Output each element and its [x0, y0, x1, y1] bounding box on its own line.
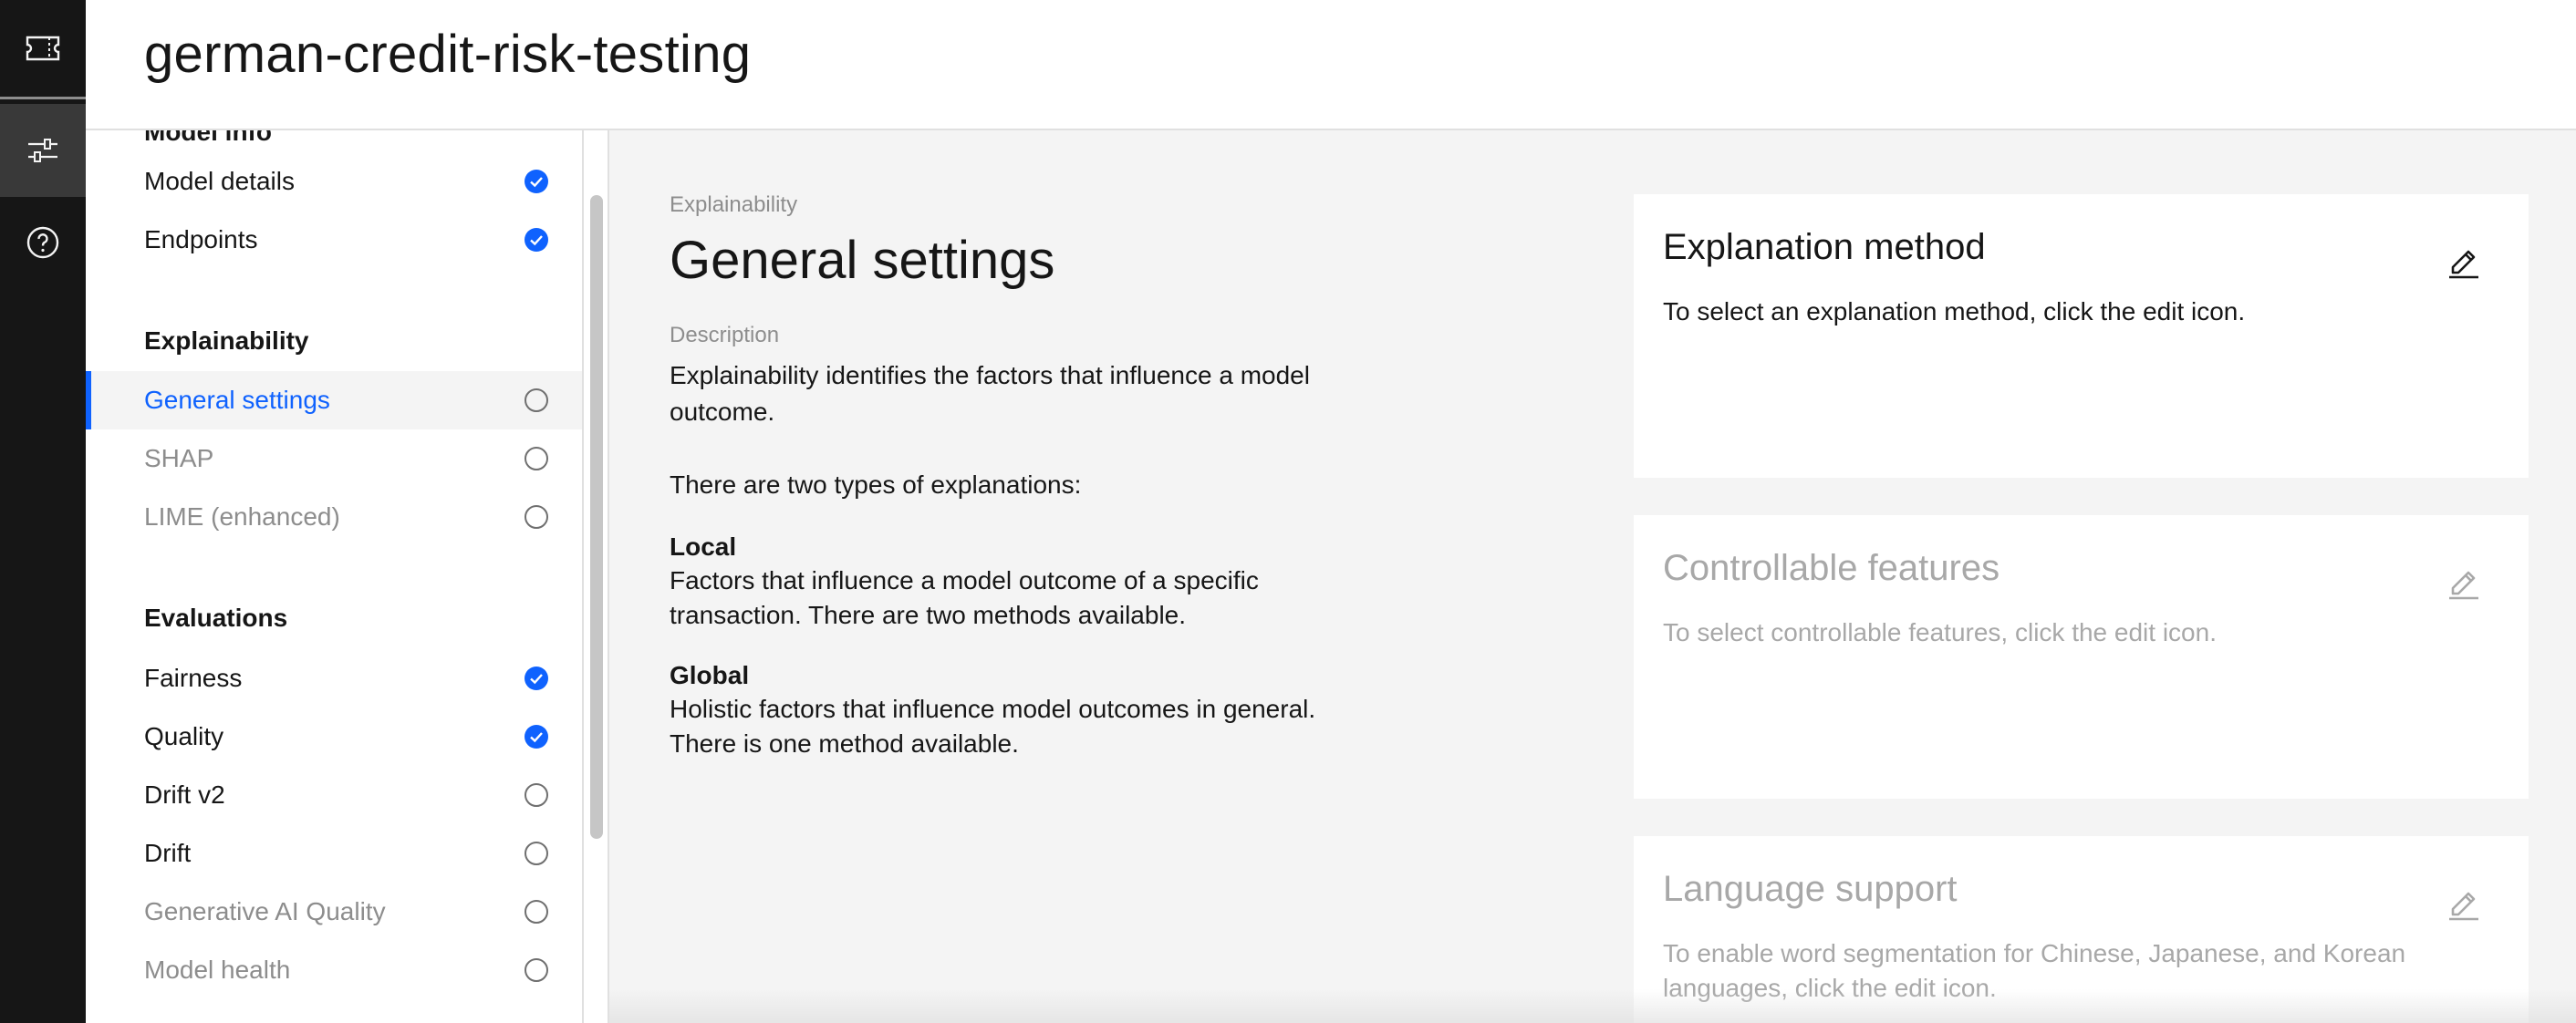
section-eyebrow: Explainability	[670, 192, 798, 217]
checkmark-filled-icon	[525, 170, 548, 193]
description-text: Explainability identifies the factors th…	[670, 361, 1310, 426]
circle-outline-icon	[525, 505, 548, 529]
types-intro-text: There are two types of explanations:	[670, 470, 1082, 499]
nav-item-fairness[interactable]: Fairness	[86, 649, 582, 708]
edit-icon[interactable]	[2444, 561, 2484, 601]
nav-group-model-info: Model info	[144, 130, 272, 146]
card-title: Controllable features	[1663, 548, 2000, 588]
nav-item-label: General settings	[144, 386, 330, 414]
global-heading: Global	[670, 661, 750, 689]
nav-item-label: Model details	[144, 167, 295, 195]
card-description: To select an explanation method, click t…	[1663, 297, 2246, 326]
section-title: General settings	[670, 231, 1055, 290]
nav-item-label: Drift v2	[144, 780, 225, 809]
help-icon	[26, 226, 59, 259]
nav-item-drift[interactable]: Drift	[86, 824, 582, 883]
checkmark-filled-icon	[525, 666, 548, 690]
nav-group-evaluations: Evaluations	[144, 604, 288, 632]
nav-item-shap[interactable]: SHAP	[86, 429, 582, 488]
circle-outline-icon	[525, 900, 548, 924]
page-header: german-credit-risk-testing	[86, 0, 2576, 130]
circle-outline-icon	[525, 447, 548, 470]
edit-icon[interactable]	[2444, 240, 2484, 280]
card-explanation-method: Explanation method To select an explanat…	[1634, 194, 2529, 478]
card-title: Explanation method	[1663, 227, 1986, 267]
edit-icon[interactable]	[2444, 882, 2484, 922]
nav-item-label: Model health	[144, 956, 291, 984]
nav-item-quality[interactable]: Quality	[86, 708, 582, 766]
card-description: To select controllable features, click t…	[1663, 618, 2217, 646]
circle-outline-icon	[525, 388, 548, 412]
sliders-icon	[28, 139, 57, 162]
nav-item-label: Drift	[144, 839, 192, 867]
nav-item-lime-enhanced[interactable]: LIME (enhanced)	[86, 488, 582, 546]
local-heading: Local	[670, 532, 737, 561]
nav-item-model-health[interactable]: Model health	[86, 941, 582, 999]
nav-item-general-settings[interactable]: General settings	[86, 371, 582, 429]
circle-outline-icon	[525, 783, 548, 807]
nav-group-explainability: Explainability	[144, 326, 309, 355]
nav-item-model-details[interactable]: Model details	[86, 152, 582, 211]
nav-item-label: Generative AI Quality	[144, 897, 386, 925]
nav-item-label: SHAP	[144, 444, 214, 472]
checkmark-filled-icon	[525, 725, 548, 749]
side-nav: Model info Model details Endpoints Expla…	[86, 130, 582, 1023]
nav-item-label: Fairness	[144, 664, 243, 692]
nav-item-label: LIME (enhanced)	[144, 502, 340, 531]
rail-divider	[0, 97, 86, 99]
rail-button-settings[interactable]	[0, 104, 86, 197]
local-text: Factors that influence a model outcome o…	[670, 566, 1259, 629]
checkmark-filled-icon	[525, 228, 548, 252]
global-text: Holistic factors that influence model ou…	[670, 695, 1316, 758]
nav-item-drift-v2[interactable]: Drift v2	[86, 766, 582, 824]
card-title: Language support	[1663, 869, 1958, 909]
rail-button-help[interactable]	[0, 197, 86, 288]
nav-item-label: Quality	[144, 722, 224, 750]
rail-button-ticket[interactable]	[0, 0, 86, 97]
circle-outline-icon	[525, 842, 548, 865]
left-rail	[0, 0, 86, 1023]
description-label: Description	[670, 323, 780, 347]
circle-outline-icon	[525, 958, 548, 982]
nav-item-endpoints[interactable]: Endpoints	[86, 211, 582, 269]
nav-item-generative-ai-quality[interactable]: Generative AI Quality	[86, 883, 582, 941]
side-nav-scrollbar[interactable]	[590, 195, 603, 839]
bottom-shadow	[609, 989, 2576, 1023]
page-title: german-credit-risk-testing	[144, 25, 752, 84]
card-controllable-features: Controllable features To select controll…	[1634, 515, 2529, 799]
ticket-icon	[26, 36, 60, 61]
nav-item-label: Endpoints	[144, 225, 258, 253]
